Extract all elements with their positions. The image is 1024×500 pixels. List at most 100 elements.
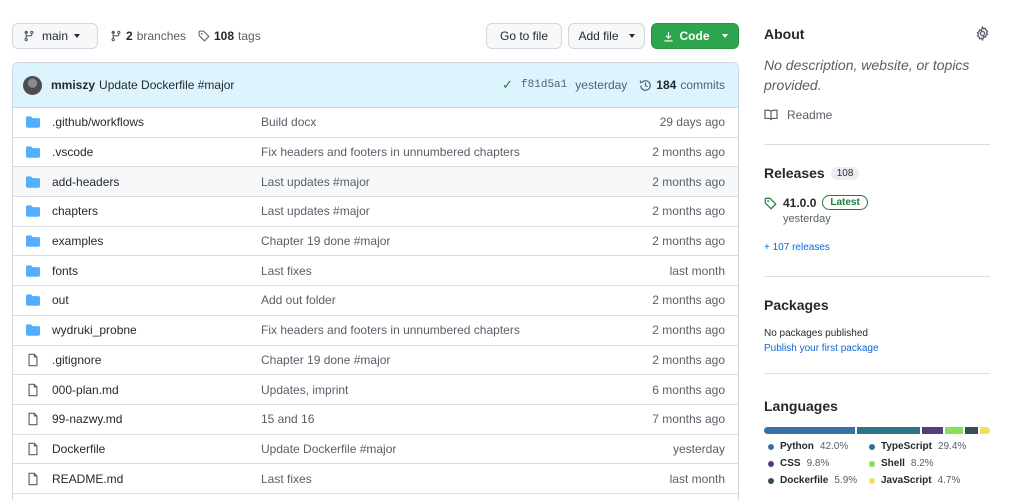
- file-commit-age: 2 months ago: [652, 323, 725, 338]
- file-commit-message-link[interactable]: Build docx: [261, 115, 316, 129]
- file-name-link[interactable]: README.md: [52, 472, 123, 486]
- file-commit-message-link[interactable]: Updates, imprint: [261, 383, 348, 397]
- add-file-button[interactable]: Add file: [568, 23, 645, 49]
- file-row[interactable]: add-headers Last updates #major 2 months a…: [13, 167, 738, 198]
- file-commit-message-link[interactable]: 15 and 16: [261, 412, 314, 426]
- file-name-link[interactable]: add-headers: [52, 175, 119, 189]
- file-commit-message-link[interactable]: Fix headers and footers in unnumbered ch…: [261, 145, 520, 159]
- file-commit-message-link[interactable]: Update Dockerfile #major: [261, 442, 396, 456]
- language-color-dot: [768, 460, 774, 467]
- language-percent: 9.8%: [806, 458, 830, 469]
- file-commit-age: 7 months ago: [652, 412, 725, 427]
- file-commit-message-link[interactable]: Last fixes: [261, 472, 312, 486]
- file-row[interactable]: fonts Last fixes last month: [13, 256, 738, 287]
- more-releases-link[interactable]: + 107 releases: [764, 242, 830, 253]
- go-to-file-button[interactable]: Go to file: [486, 23, 562, 49]
- language-percent: 42.0%: [819, 441, 849, 452]
- about-description: No description, website, or topics provi…: [764, 57, 970, 93]
- file-name-link[interactable]: 000-plan.md: [52, 383, 119, 397]
- sidebar-divider: [764, 373, 990, 374]
- language-item[interactable]: JavaScript 4.7%: [869, 475, 960, 486]
- go-to-file-label: Go to file: [499, 29, 549, 43]
- latest-release[interactable]: 41.0.0 Latest yesterday: [764, 195, 868, 225]
- sidebar-divider: [764, 144, 990, 145]
- gear-icon[interactable]: [975, 26, 990, 41]
- file-list: .github/workflows Build docx 29 days ago .v…: [13, 108, 738, 494]
- tags-label: tags: [238, 29, 261, 43]
- check-icon[interactable]: ✓: [502, 77, 513, 93]
- commit-sha-link[interactable]: f81d5a1: [521, 79, 567, 91]
- latest-commit-bar: mmiszy Update Dockerfile #major ✓ f81d5a…: [13, 63, 738, 108]
- book-icon: [764, 109, 778, 121]
- tags-link[interactable]: 108 tags: [198, 23, 261, 49]
- file-row[interactable]: wydruki_probne Fix headers and footers in…: [13, 316, 738, 346]
- file-name-link[interactable]: Dockerfile: [52, 442, 105, 456]
- folder-icon: [26, 204, 40, 218]
- file-row[interactable]: out Add out folder 2 months ago: [13, 286, 738, 316]
- commit-time: yesterday: [575, 78, 628, 92]
- file-commit-age: 2 months ago: [652, 174, 725, 189]
- folder-icon: [26, 264, 40, 278]
- file-name-link[interactable]: 99-nazwy.md: [52, 412, 122, 426]
- packages-heading[interactable]: Packages: [764, 297, 829, 313]
- file-commit-age: last month: [669, 471, 725, 486]
- language-item[interactable]: CSS 9.8%: [768, 458, 829, 469]
- history-icon: [640, 79, 652, 91]
- file-name-link[interactable]: .github/workflows: [52, 115, 144, 129]
- branches-count: 2: [126, 29, 133, 43]
- file-commit-message-link[interactable]: Fix headers and footers in unnumbered ch…: [261, 323, 520, 337]
- tag-icon: [198, 30, 210, 42]
- file-icon: [26, 353, 40, 367]
- file-row[interactable]: examples Chapter 19 done #major 2 months a…: [13, 227, 738, 257]
- file-name-link[interactable]: fonts: [52, 264, 78, 278]
- language-name: Dockerfile: [780, 475, 829, 486]
- language-item[interactable]: Dockerfile 5.9%: [768, 475, 857, 486]
- file-row[interactable]: chapters Last updates #major 2 months ago: [13, 197, 738, 227]
- language-color-dot: [768, 477, 774, 484]
- language-name: Python: [780, 441, 814, 452]
- file-name-link[interactable]: .vscode: [52, 145, 93, 159]
- code-button[interactable]: Code: [651, 23, 739, 49]
- file-row[interactable]: README.md Last fixes last month: [13, 464, 738, 494]
- readme-link[interactable]: Readme: [764, 108, 832, 122]
- file-commit-message-link[interactable]: Last updates #major: [261, 204, 370, 218]
- about-heading: About: [764, 26, 805, 42]
- folder-icon: [26, 175, 40, 189]
- commit-message-link[interactable]: Update Dockerfile #major: [99, 78, 234, 92]
- language-item[interactable]: TypeScript 29.4%: [869, 441, 966, 452]
- file-name-link[interactable]: examples: [52, 234, 103, 248]
- file-commit-message-link[interactable]: Add out folder: [261, 293, 336, 307]
- download-icon: [663, 31, 673, 42]
- file-commit-age: 2 months ago: [652, 293, 725, 308]
- language-item[interactable]: Python 42.0%: [768, 441, 848, 452]
- repo-toolbar: main 2 branches 108 tags Go to file Add …: [12, 23, 739, 49]
- file-row[interactable]: 000-plan.md Updates, imprint 6 months ago: [13, 375, 738, 405]
- file-name-link[interactable]: wydruki_probne: [52, 323, 137, 337]
- file-commit-message-link[interactable]: Chapter 19 done #major: [261, 234, 390, 248]
- commit-author-link[interactable]: mmiszy: [51, 78, 95, 92]
- releases-heading[interactable]: Releases 108: [764, 165, 860, 181]
- file-commit-age: last month: [669, 263, 725, 278]
- language-item[interactable]: Shell 8.2%: [869, 458, 934, 469]
- languages-bar: [764, 427, 990, 434]
- branch-selector-button[interactable]: main: [12, 23, 98, 49]
- file-row[interactable]: .github/workflows Build docx 29 days ago: [13, 108, 738, 138]
- folder-icon: [26, 293, 40, 307]
- avatar[interactable]: [23, 75, 42, 95]
- branches-link[interactable]: 2 branches: [110, 23, 186, 49]
- file-commit-message-link[interactable]: Last updates #major: [261, 175, 370, 189]
- file-row[interactable]: Dockerfile Update Dockerfile #major yester…: [13, 435, 738, 465]
- commits-history-link[interactable]: 184 commits: [639, 78, 725, 92]
- file-row[interactable]: .gitignore Chapter 19 done #major 2 months…: [13, 346, 738, 376]
- publish-package-link[interactable]: Publish your first package: [764, 343, 879, 354]
- file-icon: [26, 472, 40, 486]
- file-icon: [26, 383, 40, 397]
- language-percent: 8.2%: [910, 458, 934, 469]
- file-row[interactable]: .vscode Fix headers and footers in unnumb…: [13, 138, 738, 168]
- file-commit-message-link[interactable]: Last fixes: [261, 264, 312, 278]
- file-row[interactable]: 99-nazwy.md 15 and 16 7 months ago: [13, 405, 738, 435]
- file-name-link[interactable]: out: [52, 293, 69, 307]
- file-name-link[interactable]: .gitignore: [52, 353, 101, 367]
- file-name-link[interactable]: chapters: [52, 204, 98, 218]
- file-commit-message-link[interactable]: Chapter 19 done #major: [261, 353, 390, 367]
